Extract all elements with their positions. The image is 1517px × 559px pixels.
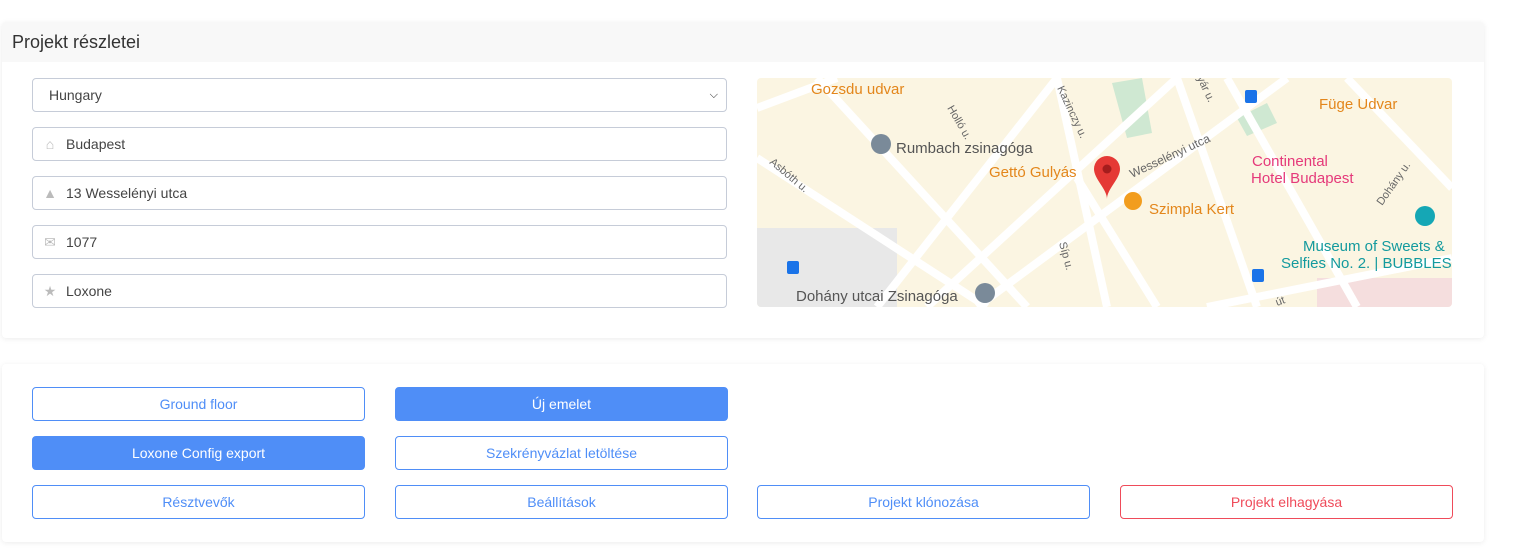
project-details-card: Projekt részletei Hungary ⌵ ⌂ Budapest ▲… bbox=[2, 22, 1484, 338]
bus-stop-icon bbox=[787, 261, 799, 274]
location-pin-icon bbox=[1094, 156, 1120, 199]
star-icon: ★ bbox=[43, 283, 57, 299]
envelope-icon: ✉ bbox=[44, 234, 56, 250]
leave-project-button[interactable]: Projekt elhagyása bbox=[1120, 485, 1453, 519]
map-label: Gettó Gulyás bbox=[989, 164, 1077, 181]
map-label: yár u. bbox=[1194, 78, 1217, 104]
brand-value: Loxone bbox=[66, 283, 112, 299]
map-label: Wesselényi utca bbox=[1127, 131, 1212, 181]
location-map[interactable]: Gozsdu udvar Holló u. Kazinczy u. yár u.… bbox=[757, 78, 1452, 307]
country-select[interactable]: Hungary ⌵ bbox=[32, 78, 727, 112]
participants-button[interactable]: Résztvevők bbox=[32, 485, 365, 519]
map-label: Síp u. bbox=[1056, 241, 1075, 272]
road-icon: ▲ bbox=[43, 185, 57, 201]
map-label: Museum of Sweets & bbox=[1303, 238, 1445, 255]
map-label: Holló u. bbox=[944, 104, 973, 142]
zip-value: 1077 bbox=[66, 234, 98, 250]
city-input[interactable]: ⌂ Budapest bbox=[32, 127, 727, 161]
synagogue-icon bbox=[975, 283, 995, 303]
clone-project-button[interactable]: Projekt klónozása bbox=[757, 485, 1090, 519]
museum-icon bbox=[1415, 206, 1435, 226]
map-label: Szimpla Kert bbox=[1149, 201, 1235, 218]
map-label: Continental bbox=[1252, 153, 1328, 170]
map-label: Gozsdu udvar bbox=[811, 81, 904, 98]
cabinet-download-button[interactable]: Szekrényvázlat letöltése bbox=[395, 436, 728, 470]
map-label: Dohány u. bbox=[1375, 160, 1414, 208]
map-label: Rumbach zsinagóga bbox=[896, 140, 1033, 157]
map-label: út bbox=[1274, 294, 1287, 307]
map-graphic: Gozsdu udvar Holló u. Kazinczy u. yár u.… bbox=[757, 78, 1452, 307]
street-value: 13 Wesselényi utca bbox=[66, 185, 188, 201]
zip-input[interactable]: ✉ 1077 bbox=[32, 225, 727, 259]
home-icon: ⌂ bbox=[45, 136, 55, 152]
map-label: Füge Udvar bbox=[1319, 96, 1397, 113]
bus-stop-icon bbox=[1252, 269, 1264, 282]
bar-icon bbox=[1124, 192, 1142, 210]
bus-stop-icon bbox=[1245, 90, 1257, 103]
map-label: Asbóth u. bbox=[767, 156, 810, 195]
city-value: Budapest bbox=[66, 136, 126, 152]
map-label: Hotel Budapest bbox=[1251, 170, 1354, 187]
brand-input[interactable]: ★ Loxone bbox=[32, 274, 727, 308]
project-actions-card: Ground floor Új emelet Loxone Config exp… bbox=[2, 364, 1484, 542]
settings-button[interactable]: Beállítások bbox=[395, 485, 728, 519]
map-label: Selfies No. 2. | BUBBLES bbox=[1281, 255, 1452, 272]
card-title: Projekt részletei bbox=[2, 22, 1484, 62]
new-floor-button[interactable]: Új emelet bbox=[395, 387, 728, 421]
ground-floor-button[interactable]: Ground floor bbox=[32, 387, 365, 421]
country-value: Hungary bbox=[49, 87, 102, 103]
map-label: Dohány utcai Zsinagóga bbox=[796, 288, 958, 305]
loxone-config-export-button[interactable]: Loxone Config export bbox=[32, 436, 365, 470]
street-input[interactable]: ▲ 13 Wesselényi utca bbox=[32, 176, 727, 210]
synagogue-icon bbox=[871, 134, 891, 154]
chevron-down-icon: ⌵ bbox=[709, 89, 718, 101]
